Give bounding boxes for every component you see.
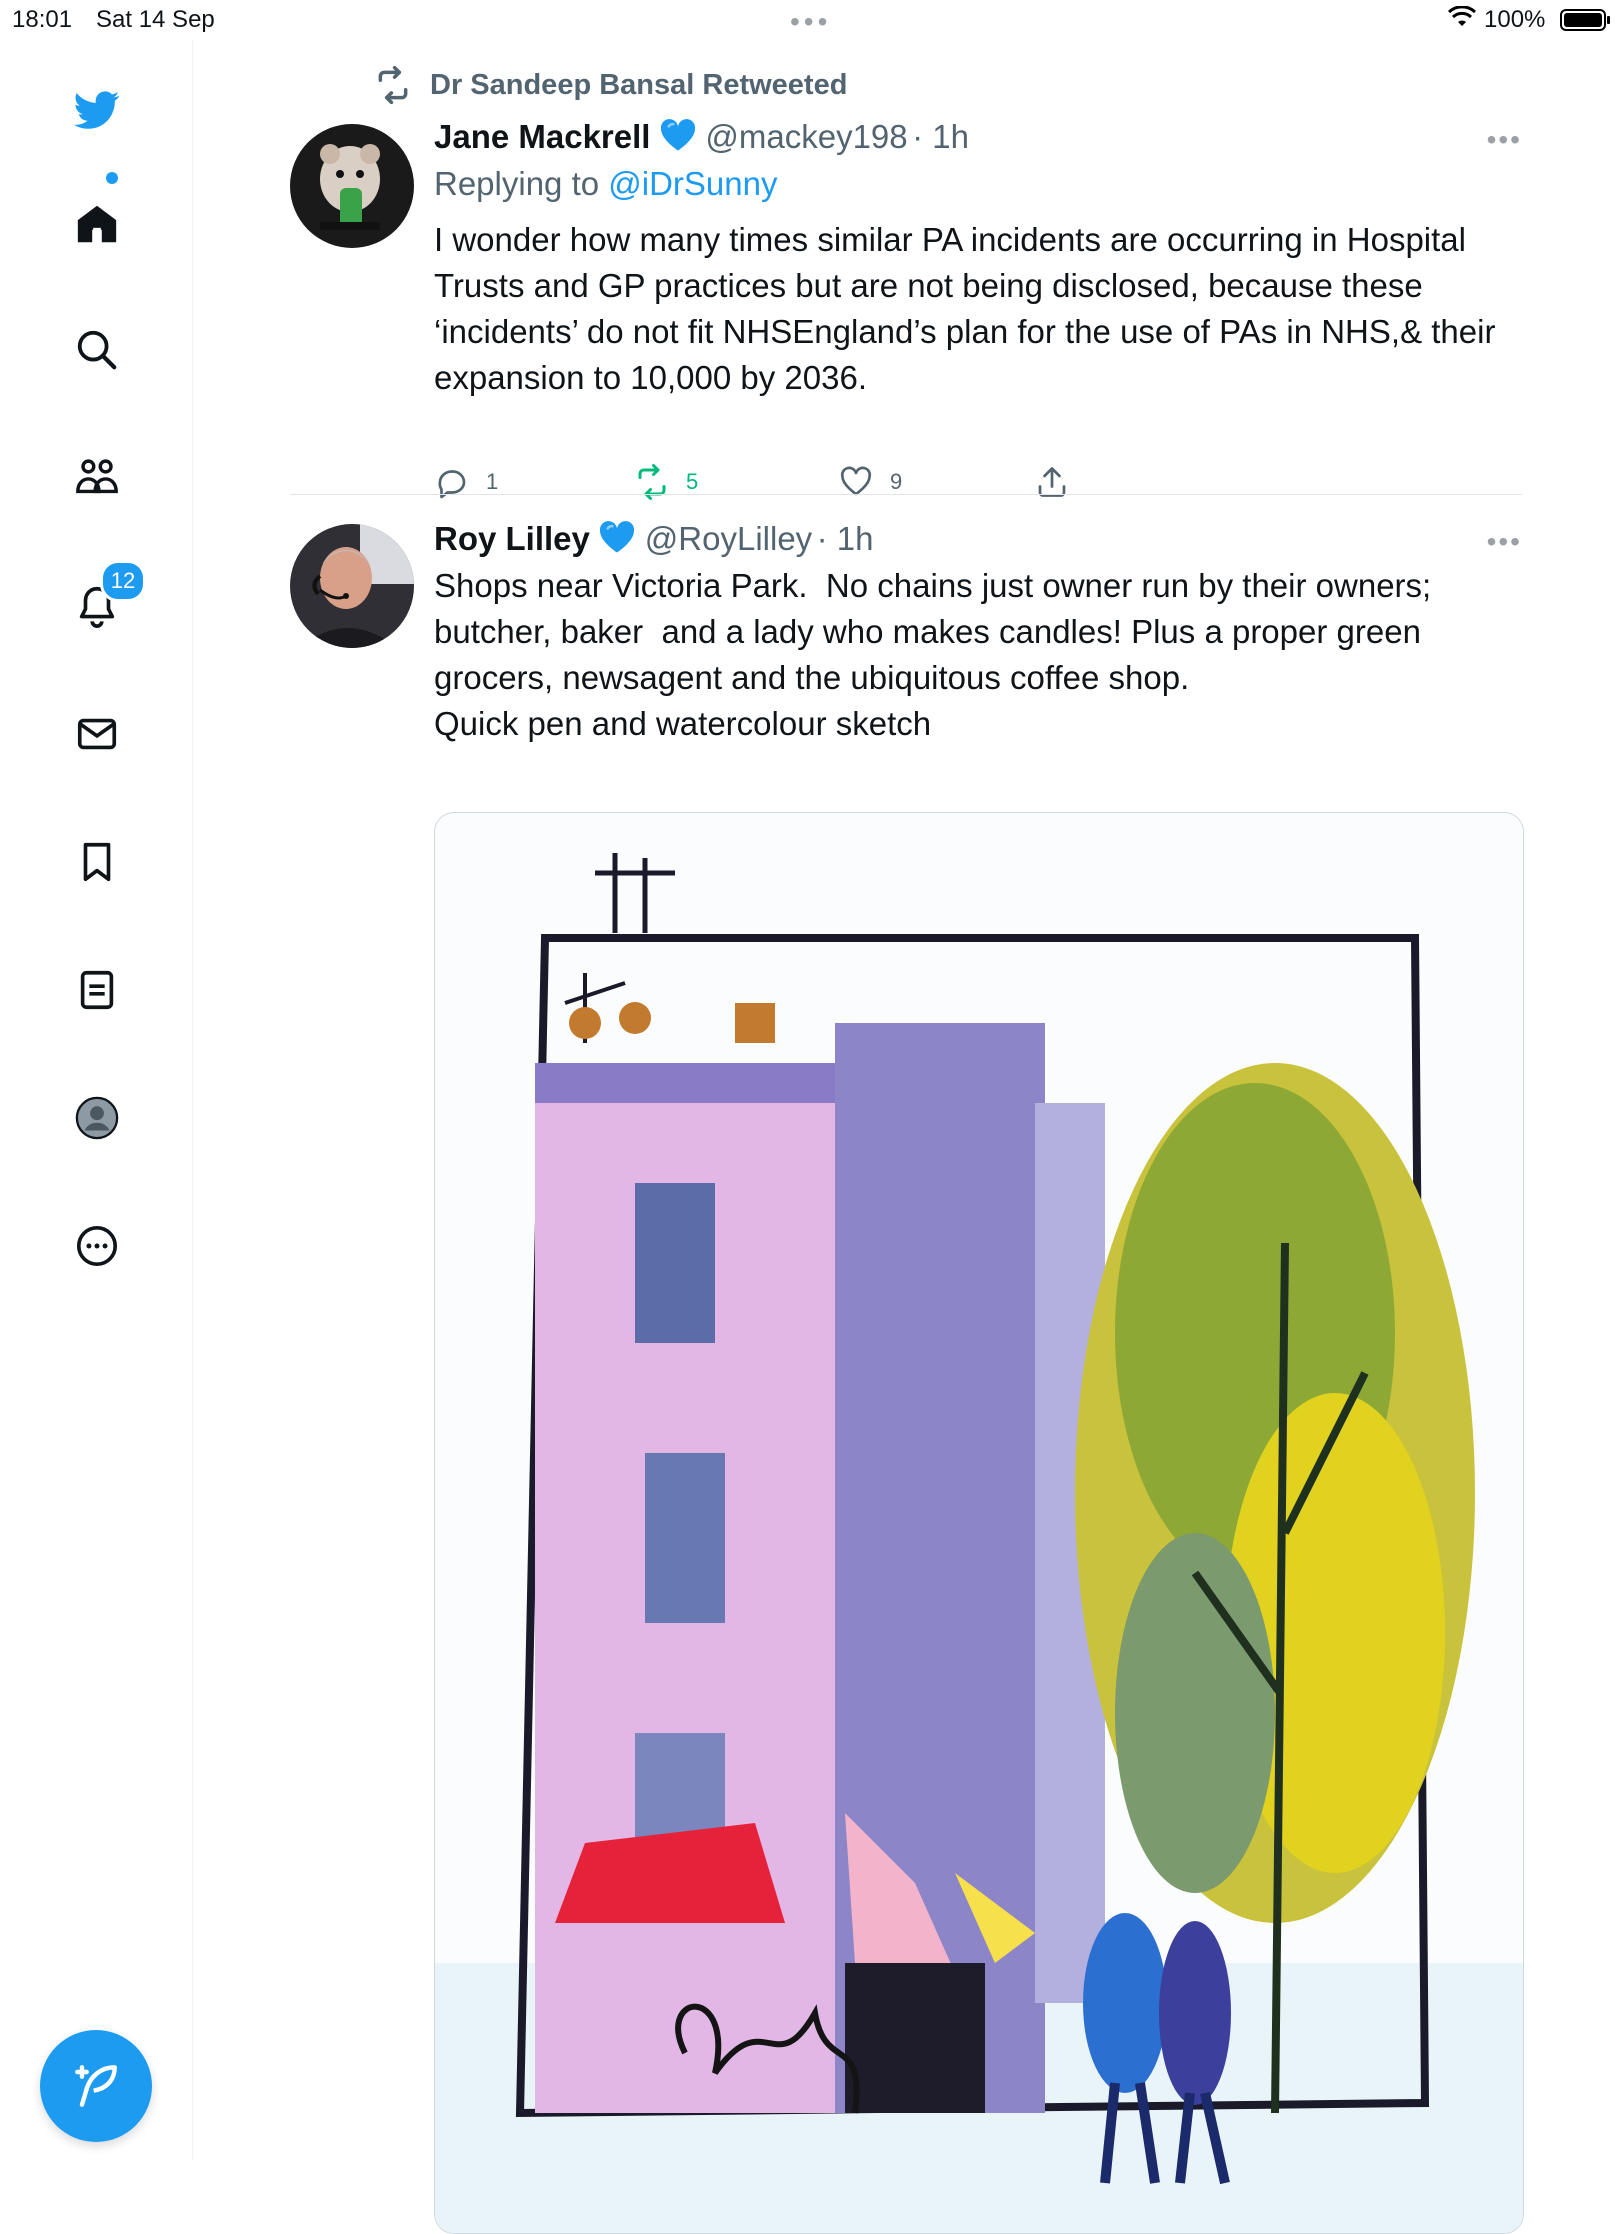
notifications-badge: 12 [100, 560, 146, 602]
twitter-logo-icon[interactable] [71, 84, 123, 136]
compose-feather-icon [75, 2065, 117, 2107]
retweeted-by: Dr Sandeep Bansal Retweeted [374, 66, 847, 104]
reply-count: 1 [486, 469, 499, 494]
retweet-icon [378, 66, 408, 104]
author-handle[interactable]: @RoyLilley [645, 520, 812, 557]
lists-icon[interactable] [71, 964, 123, 1016]
replying-to-link[interactable]: @iDrSunny [608, 165, 777, 202]
tweet-body: Jane Mackrell @mackey198 · 1h Replying t… [434, 118, 1522, 401]
sidebar-nav: 12 [0, 40, 193, 2160]
wifi-icon [1447, 5, 1477, 35]
author-handle[interactable]: @mackey198 [705, 118, 907, 155]
tweet-text: Shops near Victoria Park. No chains just… [434, 567, 1432, 742]
bookmarks-icon[interactable] [71, 836, 123, 888]
replying-to-prefix: Replying to [434, 165, 609, 202]
verified-heart-icon [659, 118, 697, 157]
tweet-time[interactable]: · 1h [817, 520, 874, 557]
status-bar: 18:01 Sat 14 Sep ••• 100% [0, 0, 1620, 40]
avatar[interactable] [290, 124, 414, 248]
tweet-text: I wonder how many times similar PA incid… [434, 221, 1505, 396]
tweet-divider [290, 494, 1522, 495]
avatar[interactable] [290, 524, 414, 648]
messages-icon[interactable] [71, 708, 123, 760]
author-name[interactable]: Jane Mackrell [434, 118, 650, 155]
replying-to: Replying to @iDrSunny [434, 165, 1522, 203]
multitasking-dots-icon[interactable]: ••• [790, 6, 831, 38]
status-time: 18:01 [12, 6, 73, 33]
tweet-body: Roy Lilley @RoyLilley · 1h Shops near Vi… [434, 520, 1522, 747]
tweet-more-options-icon[interactable]: ••• [1487, 526, 1522, 558]
communities-icon[interactable] [71, 452, 123, 504]
verified-heart-icon [598, 520, 636, 559]
battery-percentage: 100% [1484, 6, 1546, 33]
retweet-count: 5 [686, 469, 699, 494]
tweet-image-watercolour-sketch[interactable] [434, 812, 1524, 2234]
more-icon[interactable] [71, 1220, 123, 1272]
profile-icon[interactable] [71, 1092, 123, 1144]
retweeted-by-label[interactable]: Dr Sandeep Bansal Retweeted [430, 69, 847, 102]
home-unread-dot [106, 172, 118, 184]
tweet-time[interactable]: · 1h [912, 118, 969, 155]
like-count: 9 [890, 469, 903, 494]
tweet-header: Roy Lilley @RoyLilley · 1h [434, 520, 1522, 559]
battery-icon [1560, 9, 1610, 31]
status-date: Sat 14 Sep [96, 6, 215, 33]
search-icon[interactable] [71, 324, 123, 376]
tweet-more-options-icon[interactable]: ••• [1487, 124, 1522, 156]
tweet-header: Jane Mackrell @mackey198 · 1h [434, 118, 1522, 157]
author-name[interactable]: Roy Lilley [434, 520, 590, 557]
compose-tweet-button[interactable] [40, 2030, 152, 2142]
home-icon[interactable] [71, 198, 123, 250]
